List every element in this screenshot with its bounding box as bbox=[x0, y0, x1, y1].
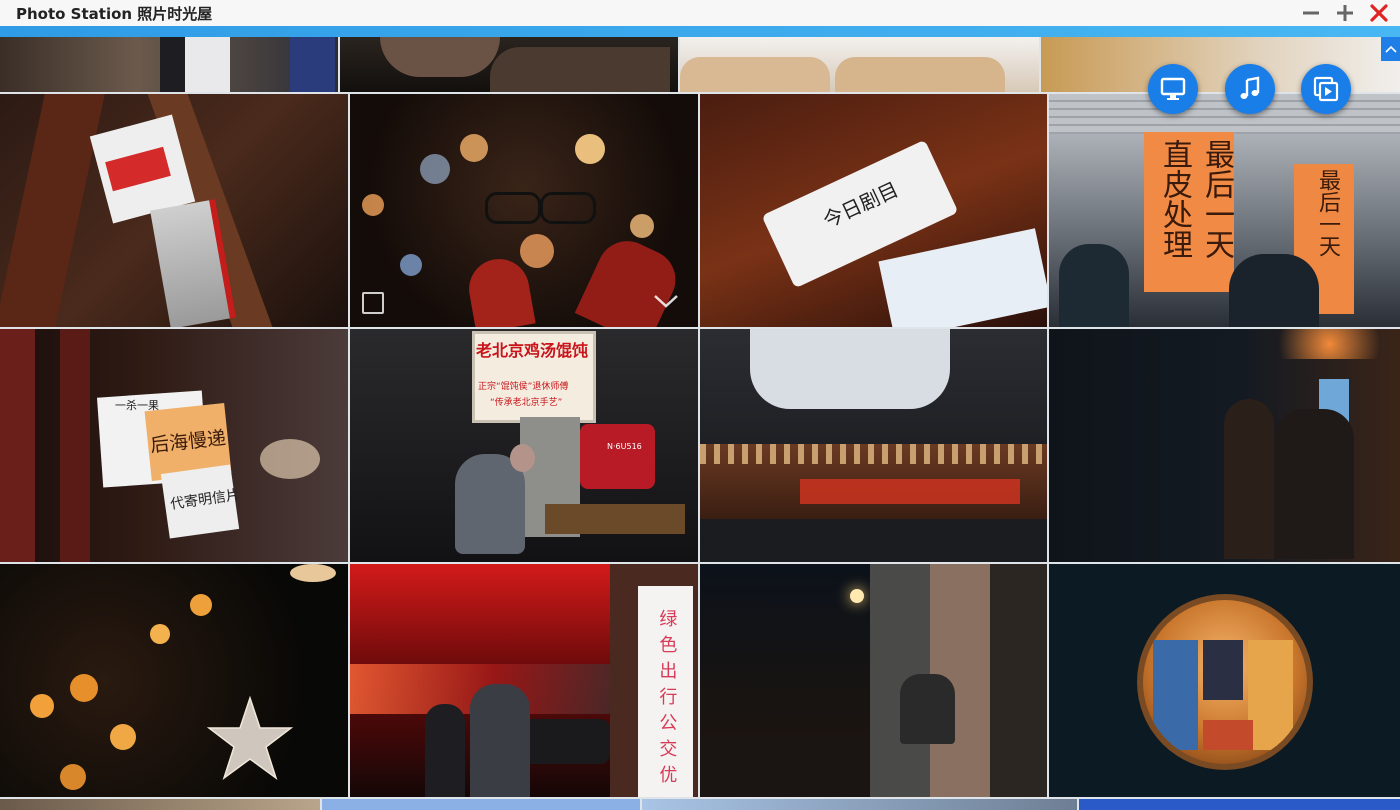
photo-tile[interactable]: 最后一天 直皮处理 最后一天 bbox=[1049, 94, 1400, 327]
sign-text: 最后一天 bbox=[1199, 139, 1234, 259]
photo-tile[interactable] bbox=[700, 564, 1047, 797]
slides-play-icon bbox=[1313, 76, 1339, 102]
photo-tile[interactable] bbox=[680, 37, 1039, 92]
accent-bar bbox=[0, 26, 1400, 37]
photo-tile[interactable] bbox=[350, 94, 698, 327]
app-title: Photo Station 照片时光屋 bbox=[16, 4, 213, 23]
photo-tile[interactable] bbox=[700, 329, 1047, 562]
photo-tile[interactable]: 今日剧目 bbox=[700, 94, 1047, 327]
monitor-icon bbox=[1160, 77, 1186, 100]
restaurant-sign-sub: “传承老北京手艺” bbox=[490, 398, 563, 408]
play-slideshow-button[interactable] bbox=[1301, 64, 1351, 114]
slideshow-button[interactable] bbox=[1148, 64, 1198, 114]
maximize-button[interactable] bbox=[1334, 2, 1356, 24]
select-checkbox[interactable] bbox=[362, 292, 384, 314]
chevron-down-icon[interactable] bbox=[652, 292, 680, 310]
chevron-up-icon bbox=[1384, 45, 1397, 53]
sign-text: 最后一天 bbox=[1315, 169, 1340, 257]
photo-tile[interactable] bbox=[0, 94, 348, 327]
photo-tile[interactable]: 一杀一果 后海慢递 代寄明信片 bbox=[0, 329, 348, 562]
close-x-icon bbox=[1370, 4, 1388, 22]
photo-tile[interactable] bbox=[1049, 329, 1400, 562]
window-controls bbox=[1300, 0, 1390, 26]
photo-tile[interactable] bbox=[1049, 564, 1400, 797]
scroll-up-thumb[interactable] bbox=[1381, 37, 1400, 61]
restaurant-sign-text: 老北京鸡汤馄饨 bbox=[476, 341, 589, 360]
close-button[interactable] bbox=[1368, 2, 1390, 24]
photo-tile[interactable]: 绿色出行公交优 bbox=[350, 564, 698, 797]
music-button[interactable] bbox=[1225, 64, 1275, 114]
photo-tile[interactable] bbox=[0, 564, 348, 797]
minimize-button[interactable] bbox=[1300, 2, 1322, 24]
sign-text: 直皮处理 bbox=[1157, 139, 1192, 259]
photo-tile[interactable] bbox=[322, 799, 640, 810]
star-ornament bbox=[206, 695, 294, 780]
minus-icon bbox=[1303, 11, 1319, 15]
bus-sign-text: 绿色出行公交优 bbox=[656, 609, 678, 791]
title-bar: Photo Station 照片时光屋 bbox=[0, 0, 1400, 26]
photo-tile[interactable] bbox=[1079, 799, 1400, 810]
photo-tile[interactable] bbox=[0, 799, 320, 810]
photo-grid: 今日剧目 最后一天 直皮处理 最后一天 一杀一果 后海慢递 代寄明信片 老北京鸡… bbox=[0, 37, 1400, 810]
photo-tile[interactable] bbox=[0, 37, 338, 92]
photo-tile[interactable]: 老北京鸡汤馄饨 正宗“馄饨侯”退休师傅 “传承老北京手艺” N·6U516 bbox=[350, 329, 698, 562]
photo-tile[interactable] bbox=[340, 37, 678, 92]
car-plate-text: N·6U516 bbox=[607, 442, 642, 451]
plus-icon bbox=[1337, 5, 1353, 21]
restaurant-sign-sub: 正宗“馄饨侯”退休师傅 bbox=[478, 382, 569, 392]
music-note-icon bbox=[1240, 76, 1260, 99]
photo-tile[interactable] bbox=[642, 799, 1077, 810]
